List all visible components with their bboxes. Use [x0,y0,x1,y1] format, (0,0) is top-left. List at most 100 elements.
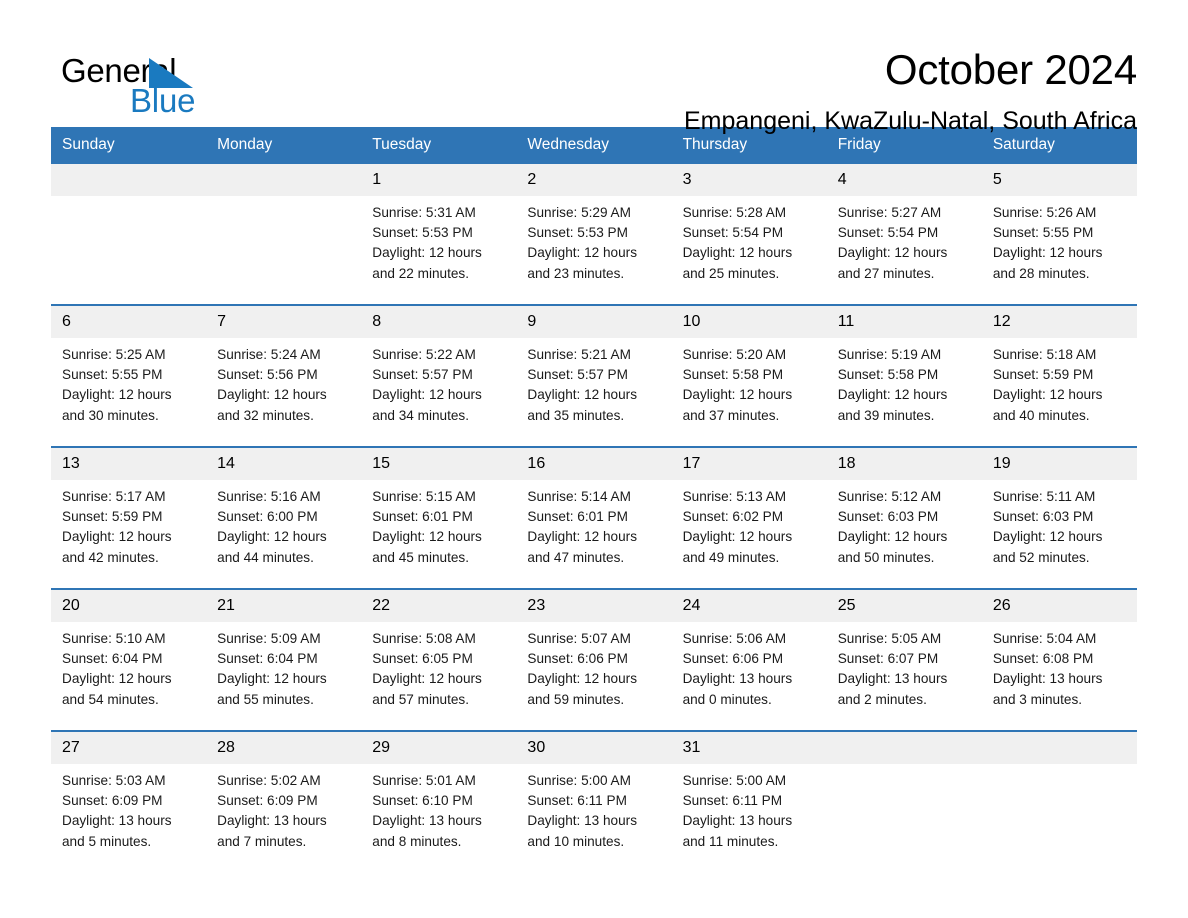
daylight-line-1: Daylight: 12 hours [217,671,327,687]
sunrise-line: Sunrise: 5:12 AM [837,489,942,504]
sunrise-line: Sunrise: 5:02 AM [217,773,321,788]
day-detail: Sunrise: 5:06 AM Sunset: 6:06 PM Dayligh… [672,622,827,710]
day-number: 13 [51,448,207,480]
daylight-line-2: and 45 minutes. [372,549,470,565]
daylight-line-1: Daylight: 12 hours [837,387,948,403]
day-cell[interactable]: 6 Sunrise: 5:25 AM Sunset: 5:55 PM Dayli… [51,306,207,434]
sunrise-line: Sunrise: 5:05 AM [837,631,942,646]
day-detail: Sunrise: 5:03 AM Sunset: 6:09 PM Dayligh… [51,764,206,852]
day-cell[interactable]: 5 Sunrise: 5:26 AM Sunset: 5:55 PM Dayli… [981,164,1137,292]
daylight-line-2: and 23 minutes. [527,265,625,281]
day-cell[interactable]: 23 Sunrise: 5:07 AM Sunset: 6:06 PM Dayl… [516,590,672,718]
sunset-line: Sunset: 6:05 PM [372,651,473,667]
day-cell[interactable]: 13 Sunrise: 5:17 AM Sunset: 5:59 PM Dayl… [51,448,207,576]
daylight-line-2: and 27 minutes. [837,265,935,281]
day-cell[interactable]: 12 Sunrise: 5:18 AM Sunset: 5:59 PM Dayl… [981,306,1137,434]
day-number: 19 [981,448,1137,480]
day-number: 15 [361,448,517,480]
daylight-line-2: and 39 minutes. [837,407,935,423]
general-blue-logo: General Blue [61,44,221,119]
daylight-line-2: and 5 minutes. [62,833,152,849]
day-detail: Sunrise: 5:08 AM Sunset: 6:05 PM Dayligh… [361,622,516,710]
logo-text-blue: Blue [130,82,196,119]
sunset-line: Sunset: 5:59 PM [992,367,1094,383]
day-cell[interactable]: 18 Sunrise: 5:12 AM Sunset: 6:03 PM Dayl… [826,448,982,576]
day-cell[interactable]: 24 Sunrise: 5:06 AM Sunset: 6:06 PM Dayl… [671,590,827,718]
sunset-line: Sunset: 5:54 PM [682,225,784,241]
day-detail: Sunrise: 5:19 AM Sunset: 5:58 PM Dayligh… [827,338,982,426]
day-cell[interactable]: 19 Sunrise: 5:11 AM Sunset: 6:03 PM Dayl… [981,448,1137,576]
day-cell[interactable]: 31 Sunrise: 5:00 AM Sunset: 6:11 PM Dayl… [671,732,827,860]
day-detail: Sunrise: 5:20 AM Sunset: 5:58 PM Dayligh… [672,338,827,426]
calendar-week-row: 27 Sunrise: 5:03 AM Sunset: 6:09 PM Dayl… [51,730,1137,860]
daylight-line-1: Daylight: 12 hours [217,387,327,403]
sunrise-line: Sunrise: 5:17 AM [62,489,166,504]
calendar-week-row: 20 Sunrise: 5:10 AM Sunset: 6:04 PM Dayl… [51,588,1137,718]
daylight-line-2: and 57 minutes. [372,691,470,707]
sunset-line: Sunset: 6:11 PM [682,793,783,809]
day-cell[interactable]: 22 Sunrise: 5:08 AM Sunset: 6:05 PM Dayl… [361,590,517,718]
sunset-line: Sunset: 5:58 PM [682,367,784,383]
daylight-line-1: Daylight: 12 hours [527,529,637,545]
day-cell[interactable]: 14 Sunrise: 5:16 AM Sunset: 6:00 PM Dayl… [206,448,362,576]
day-number: 3 [671,164,827,196]
sunset-line: Sunset: 6:01 PM [372,509,473,525]
day-cell[interactable]: 20 Sunrise: 5:10 AM Sunset: 6:04 PM Dayl… [51,590,207,718]
daylight-line-2: and 22 minutes. [372,265,470,281]
day-cell[interactable]: 17 Sunrise: 5:13 AM Sunset: 6:02 PM Dayl… [671,448,827,576]
day-detail: Sunrise: 5:00 AM Sunset: 6:11 PM Dayligh… [672,764,827,852]
day-number: 4 [826,164,982,196]
sunset-line: Sunset: 6:07 PM [837,651,939,667]
day-number: 20 [51,590,207,622]
day-detail: Sunrise: 5:26 AM Sunset: 5:55 PM Dayligh… [982,196,1137,284]
day-cell[interactable]: 21 Sunrise: 5:09 AM Sunset: 6:04 PM Dayl… [206,590,362,718]
day-cell[interactable]: 28 Sunrise: 5:02 AM Sunset: 6:09 PM Dayl… [206,732,362,860]
sunset-line: Sunset: 5:55 PM [992,225,1094,241]
daylight-line-2: and 47 minutes. [527,549,625,565]
sunrise-line: Sunrise: 5:04 AM [992,631,1097,646]
day-cell[interactable]: 27 Sunrise: 5:03 AM Sunset: 6:09 PM Dayl… [51,732,207,860]
day-cell[interactable]: 26 Sunrise: 5:04 AM Sunset: 6:08 PM Dayl… [981,590,1137,718]
day-detail: Sunrise: 5:04 AM Sunset: 6:08 PM Dayligh… [982,622,1137,710]
sunrise-line: Sunrise: 5:28 AM [682,205,787,220]
daylight-line-1: Daylight: 12 hours [682,529,793,545]
day-cell[interactable]: 4 Sunrise: 5:27 AM Sunset: 5:54 PM Dayli… [826,164,982,292]
day-cell[interactable]: 16 Sunrise: 5:14 AM Sunset: 6:01 PM Dayl… [516,448,672,576]
day-cell[interactable]: 9 Sunrise: 5:21 AM Sunset: 5:57 PM Dayli… [516,306,672,434]
day-detail: Sunrise: 5:25 AM Sunset: 5:55 PM Dayligh… [51,338,206,426]
day-cell[interactable]: 7 Sunrise: 5:24 AM Sunset: 5:56 PM Dayli… [206,306,362,434]
daylight-line-2: and 44 minutes. [217,549,314,565]
sunset-line: Sunset: 5:55 PM [62,367,163,383]
day-cell[interactable]: 15 Sunrise: 5:15 AM Sunset: 6:01 PM Dayl… [361,448,517,576]
sunset-line: Sunset: 6:09 PM [62,793,163,809]
day-number: 9 [516,306,672,338]
day-cell [981,732,1137,860]
daylight-line-2: and 55 minutes. [217,691,314,707]
calendar-week-row: 6 Sunrise: 5:25 AM Sunset: 5:55 PM Dayli… [51,304,1137,434]
day-cell[interactable]: 1 Sunrise: 5:31 AM Sunset: 5:53 PM Dayli… [361,164,517,292]
day-cell[interactable]: 25 Sunrise: 5:05 AM Sunset: 6:07 PM Dayl… [826,590,982,718]
sunset-line: Sunset: 6:06 PM [682,651,784,667]
daylight-line-2: and 8 minutes. [372,833,462,849]
daylight-line-1: Daylight: 13 hours [527,813,637,829]
daylight-line-2: and 0 minutes. [682,691,772,707]
daylight-line-2: and 34 minutes. [372,407,470,423]
day-cell[interactable]: 29 Sunrise: 5:01 AM Sunset: 6:10 PM Dayl… [361,732,517,860]
daylight-line-1: Daylight: 12 hours [837,529,948,545]
day-cell[interactable]: 11 Sunrise: 5:19 AM Sunset: 5:58 PM Dayl… [826,306,982,434]
sunset-line: Sunset: 6:04 PM [217,651,318,667]
day-cell[interactable]: 30 Sunrise: 5:00 AM Sunset: 6:11 PM Dayl… [516,732,672,860]
sunrise-line: Sunrise: 5:16 AM [217,489,321,504]
sunset-line: Sunset: 5:53 PM [372,225,473,241]
day-detail: Sunrise: 5:00 AM Sunset: 6:11 PM Dayligh… [516,764,671,852]
daylight-line-1: Daylight: 12 hours [62,387,172,403]
day-detail: Sunrise: 5:28 AM Sunset: 5:54 PM Dayligh… [672,196,827,284]
day-number: 18 [826,448,982,480]
day-number: 26 [981,590,1137,622]
sunset-line: Sunset: 5:58 PM [837,367,939,383]
day-number [826,732,982,764]
day-cell[interactable]: 8 Sunrise: 5:22 AM Sunset: 5:57 PM Dayli… [361,306,517,434]
day-cell[interactable]: 2 Sunrise: 5:29 AM Sunset: 5:53 PM Dayli… [516,164,672,292]
day-cell[interactable]: 3 Sunrise: 5:28 AM Sunset: 5:54 PM Dayli… [671,164,827,292]
day-cell[interactable]: 10 Sunrise: 5:20 AM Sunset: 5:58 PM Dayl… [671,306,827,434]
